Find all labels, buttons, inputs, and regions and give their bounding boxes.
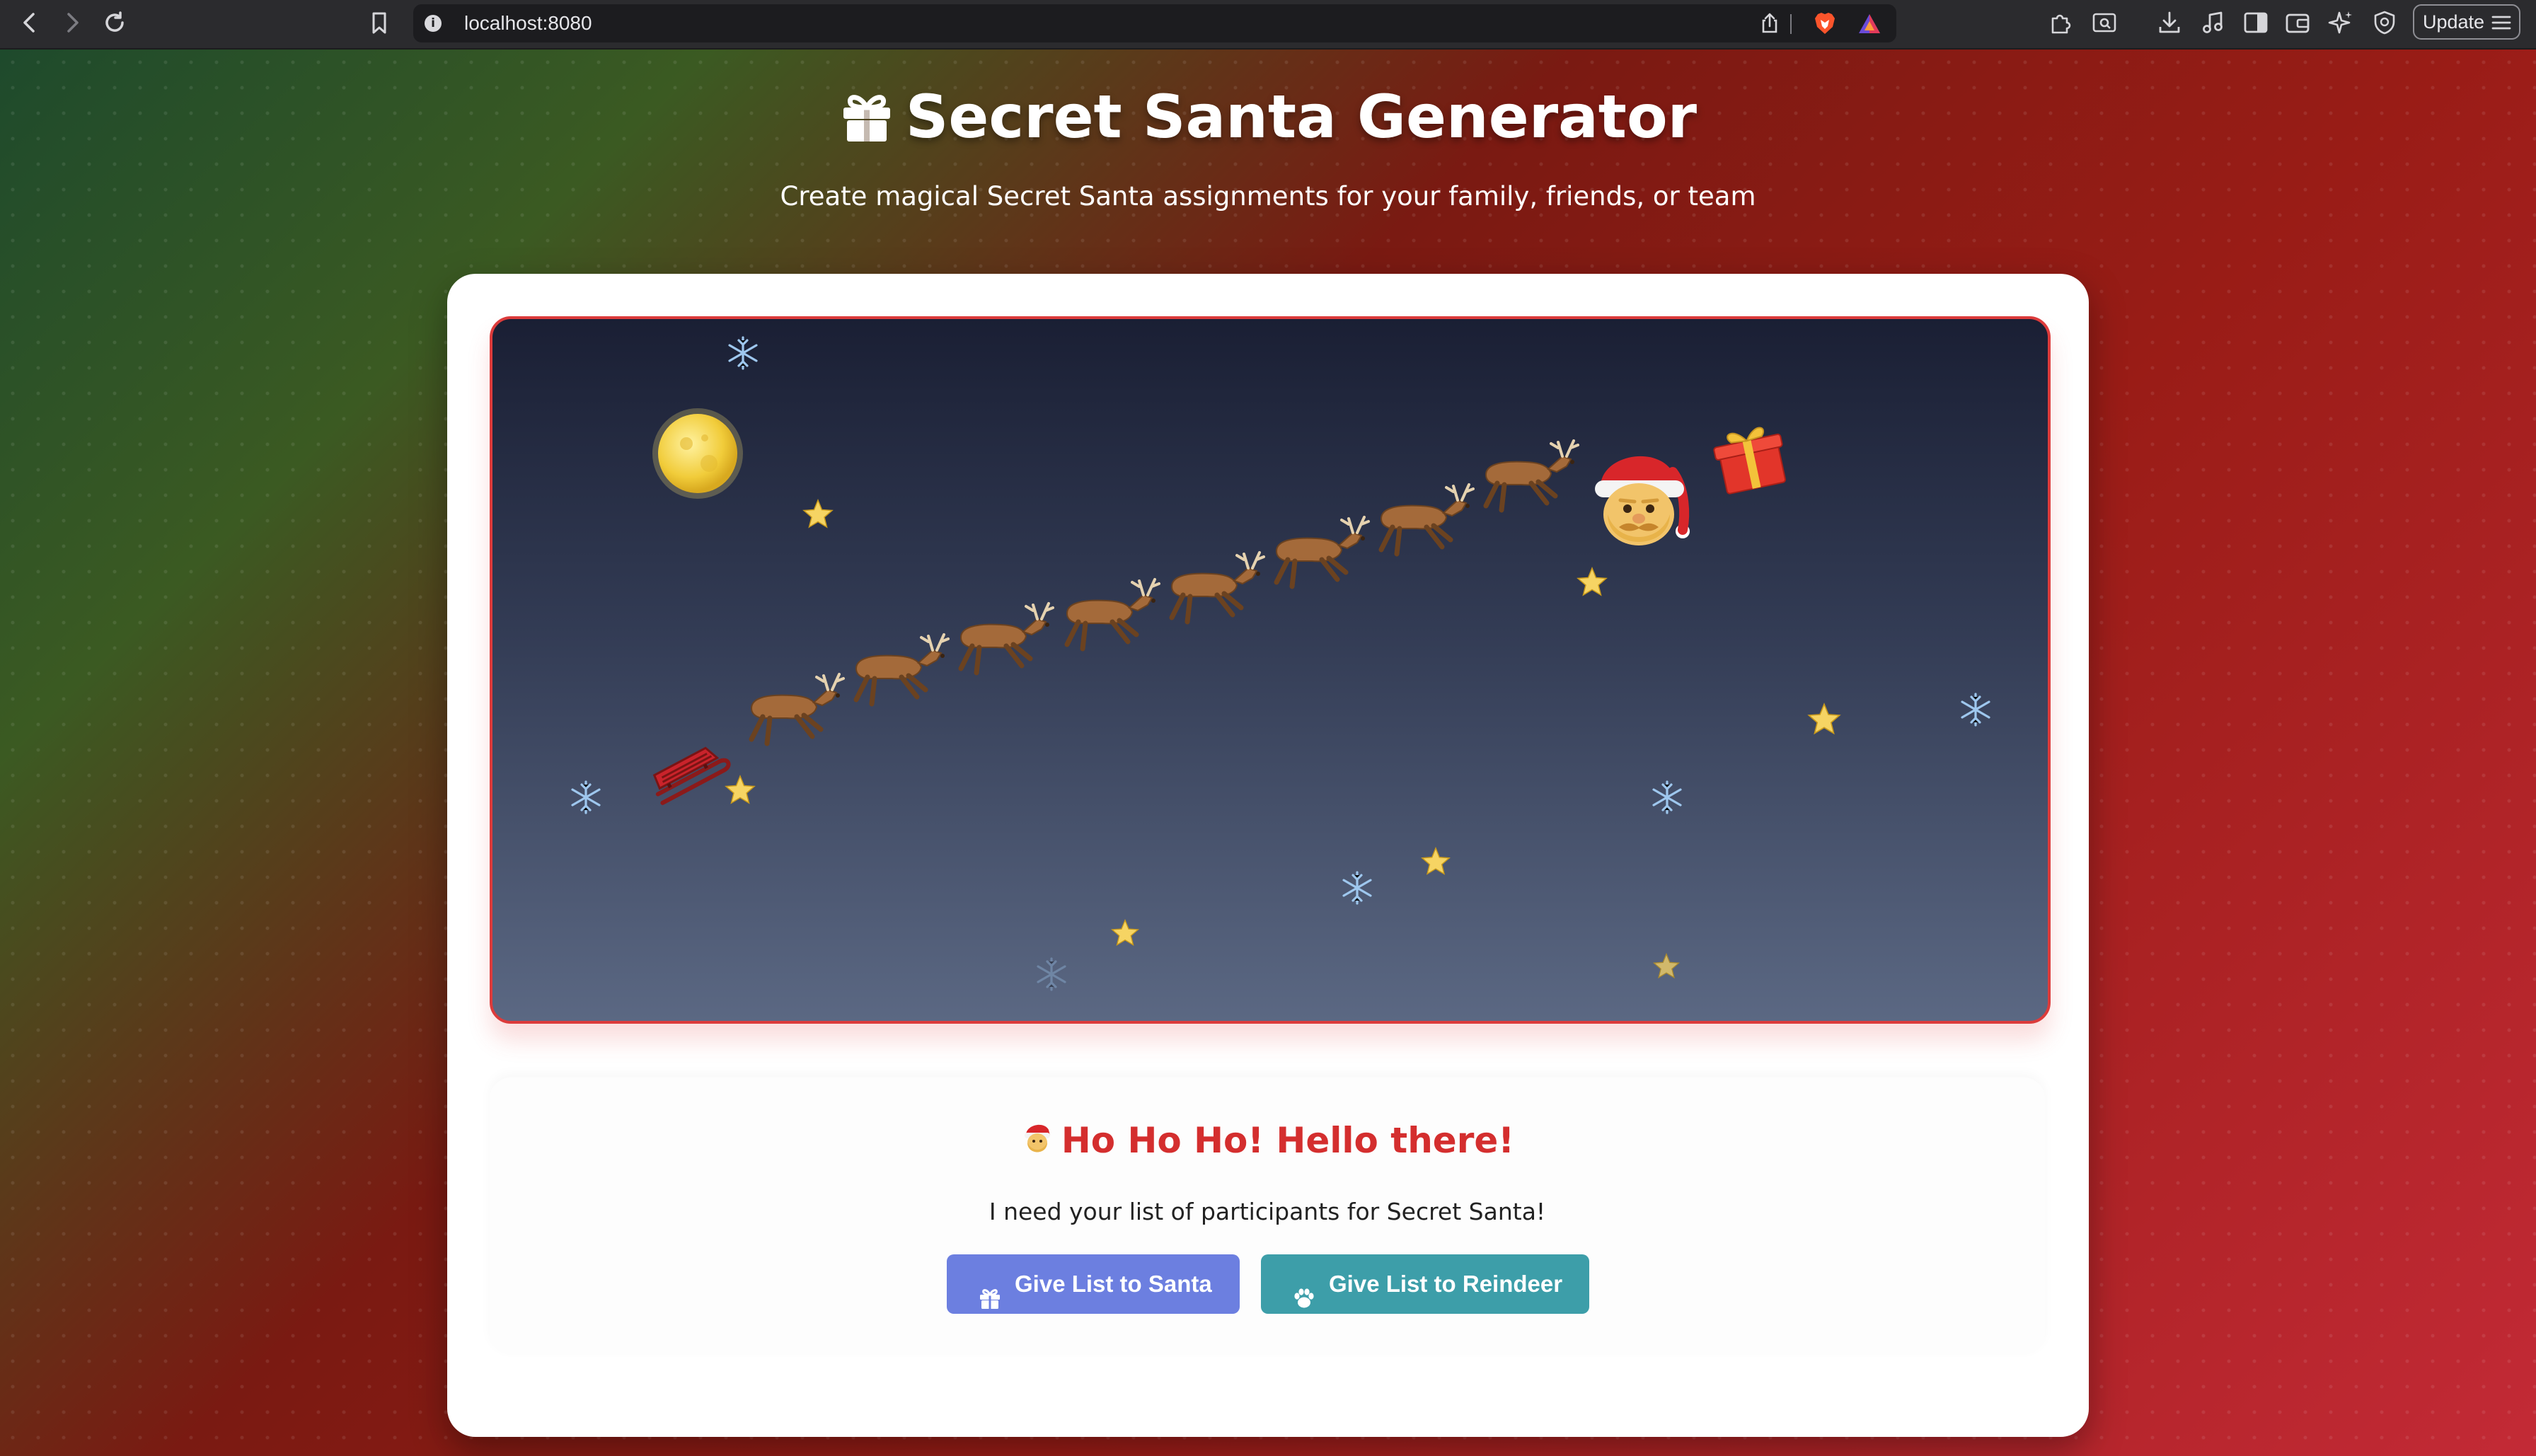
menu-icon[interactable] <box>2491 13 2512 33</box>
info-icon[interactable]: i <box>425 15 442 32</box>
downloads-icon[interactable] <box>2155 8 2184 37</box>
gift-icon <box>1707 417 1792 497</box>
url-text[interactable]: localhost:8080 <box>464 12 592 35</box>
snowflake-icon <box>725 335 761 374</box>
back-icon[interactable] <box>14 7 45 38</box>
greeting-row: Ho Ho Ho! Hello there! <box>490 1120 2045 1164</box>
gift-icon <box>839 88 894 157</box>
star-icon <box>1110 918 1141 952</box>
participants-message: I need your list of participants for Sec… <box>989 1198 1546 1225</box>
page-title: Secret Santa Generator <box>905 82 1698 151</box>
greeting-text: Ho Ho Ho! Hello there! <box>1061 1120 1515 1161</box>
url-separator <box>1790 14 1792 34</box>
santa-sleigh-scene <box>490 316 2051 1024</box>
brave-rewards-icon[interactable] <box>1857 11 1882 37</box>
give-list-to-santa-button[interactable]: Give List to Santa <box>947 1254 1240 1314</box>
greeting-panel: Ho Ho Ho! Hello there! I need your list … <box>490 1077 2045 1355</box>
extensions-icon[interactable] <box>2047 8 2075 37</box>
snowflake-icon <box>1033 956 1070 995</box>
page-background: Secret Santa Generator Create magical Se… <box>0 50 2536 1456</box>
star-icon <box>1575 565 1609 602</box>
star-icon <box>1652 952 1681 984</box>
brave-shield-icon[interactable] <box>1811 10 1838 37</box>
gift-icon <box>978 1273 1002 1332</box>
address-bar[interactable]: i localhost:8080 <box>413 4 1896 42</box>
give-list-to-reindeer-button[interactable]: Give List to Reindeer <box>1261 1254 1589 1314</box>
main-card: Ho Ho Ho! Hello there! I need your list … <box>447 274 2089 1437</box>
star-icon <box>1806 701 1843 741</box>
bookmark-icon[interactable] <box>364 7 395 38</box>
snowflake-icon <box>567 779 604 819</box>
media-icon[interactable] <box>2198 8 2227 37</box>
reload-icon[interactable] <box>99 7 130 38</box>
browser-toolbar: i localhost:8080 Update <box>0 0 2536 50</box>
santa-icon <box>1579 438 1700 561</box>
share-icon[interactable] <box>1758 11 1782 35</box>
update-button[interactable]: Update <box>2413 4 2520 40</box>
page-title-row: Secret Santa Generator <box>0 82 2536 157</box>
page-subtitle: Create magical Secret Santa assignments … <box>780 181 1756 212</box>
screenshot-icon[interactable] <box>2090 8 2119 37</box>
snowflake-icon <box>1957 691 1994 731</box>
moon-icon <box>650 405 746 504</box>
forward-icon[interactable] <box>57 7 88 38</box>
update-label: Update <box>2423 11 2485 33</box>
vpn-icon[interactable] <box>2370 8 2399 37</box>
wallet-icon[interactable] <box>2283 8 2312 37</box>
paw-icon <box>1292 1273 1316 1332</box>
star-icon <box>1419 845 1452 881</box>
sidebar-icon[interactable] <box>2242 8 2270 37</box>
snowflake-icon <box>1339 869 1376 909</box>
star-icon <box>801 497 835 534</box>
santa-icon <box>1020 1120 1054 1164</box>
give-list-to-santa-label: Give List to Santa <box>1015 1271 1212 1297</box>
snowflake-icon <box>1649 779 1685 819</box>
reindeer-icon <box>1458 432 1585 527</box>
leo-ai-icon[interactable] <box>2327 8 2355 37</box>
give-list-to-reindeer-label: Give List to Reindeer <box>1329 1271 1563 1297</box>
